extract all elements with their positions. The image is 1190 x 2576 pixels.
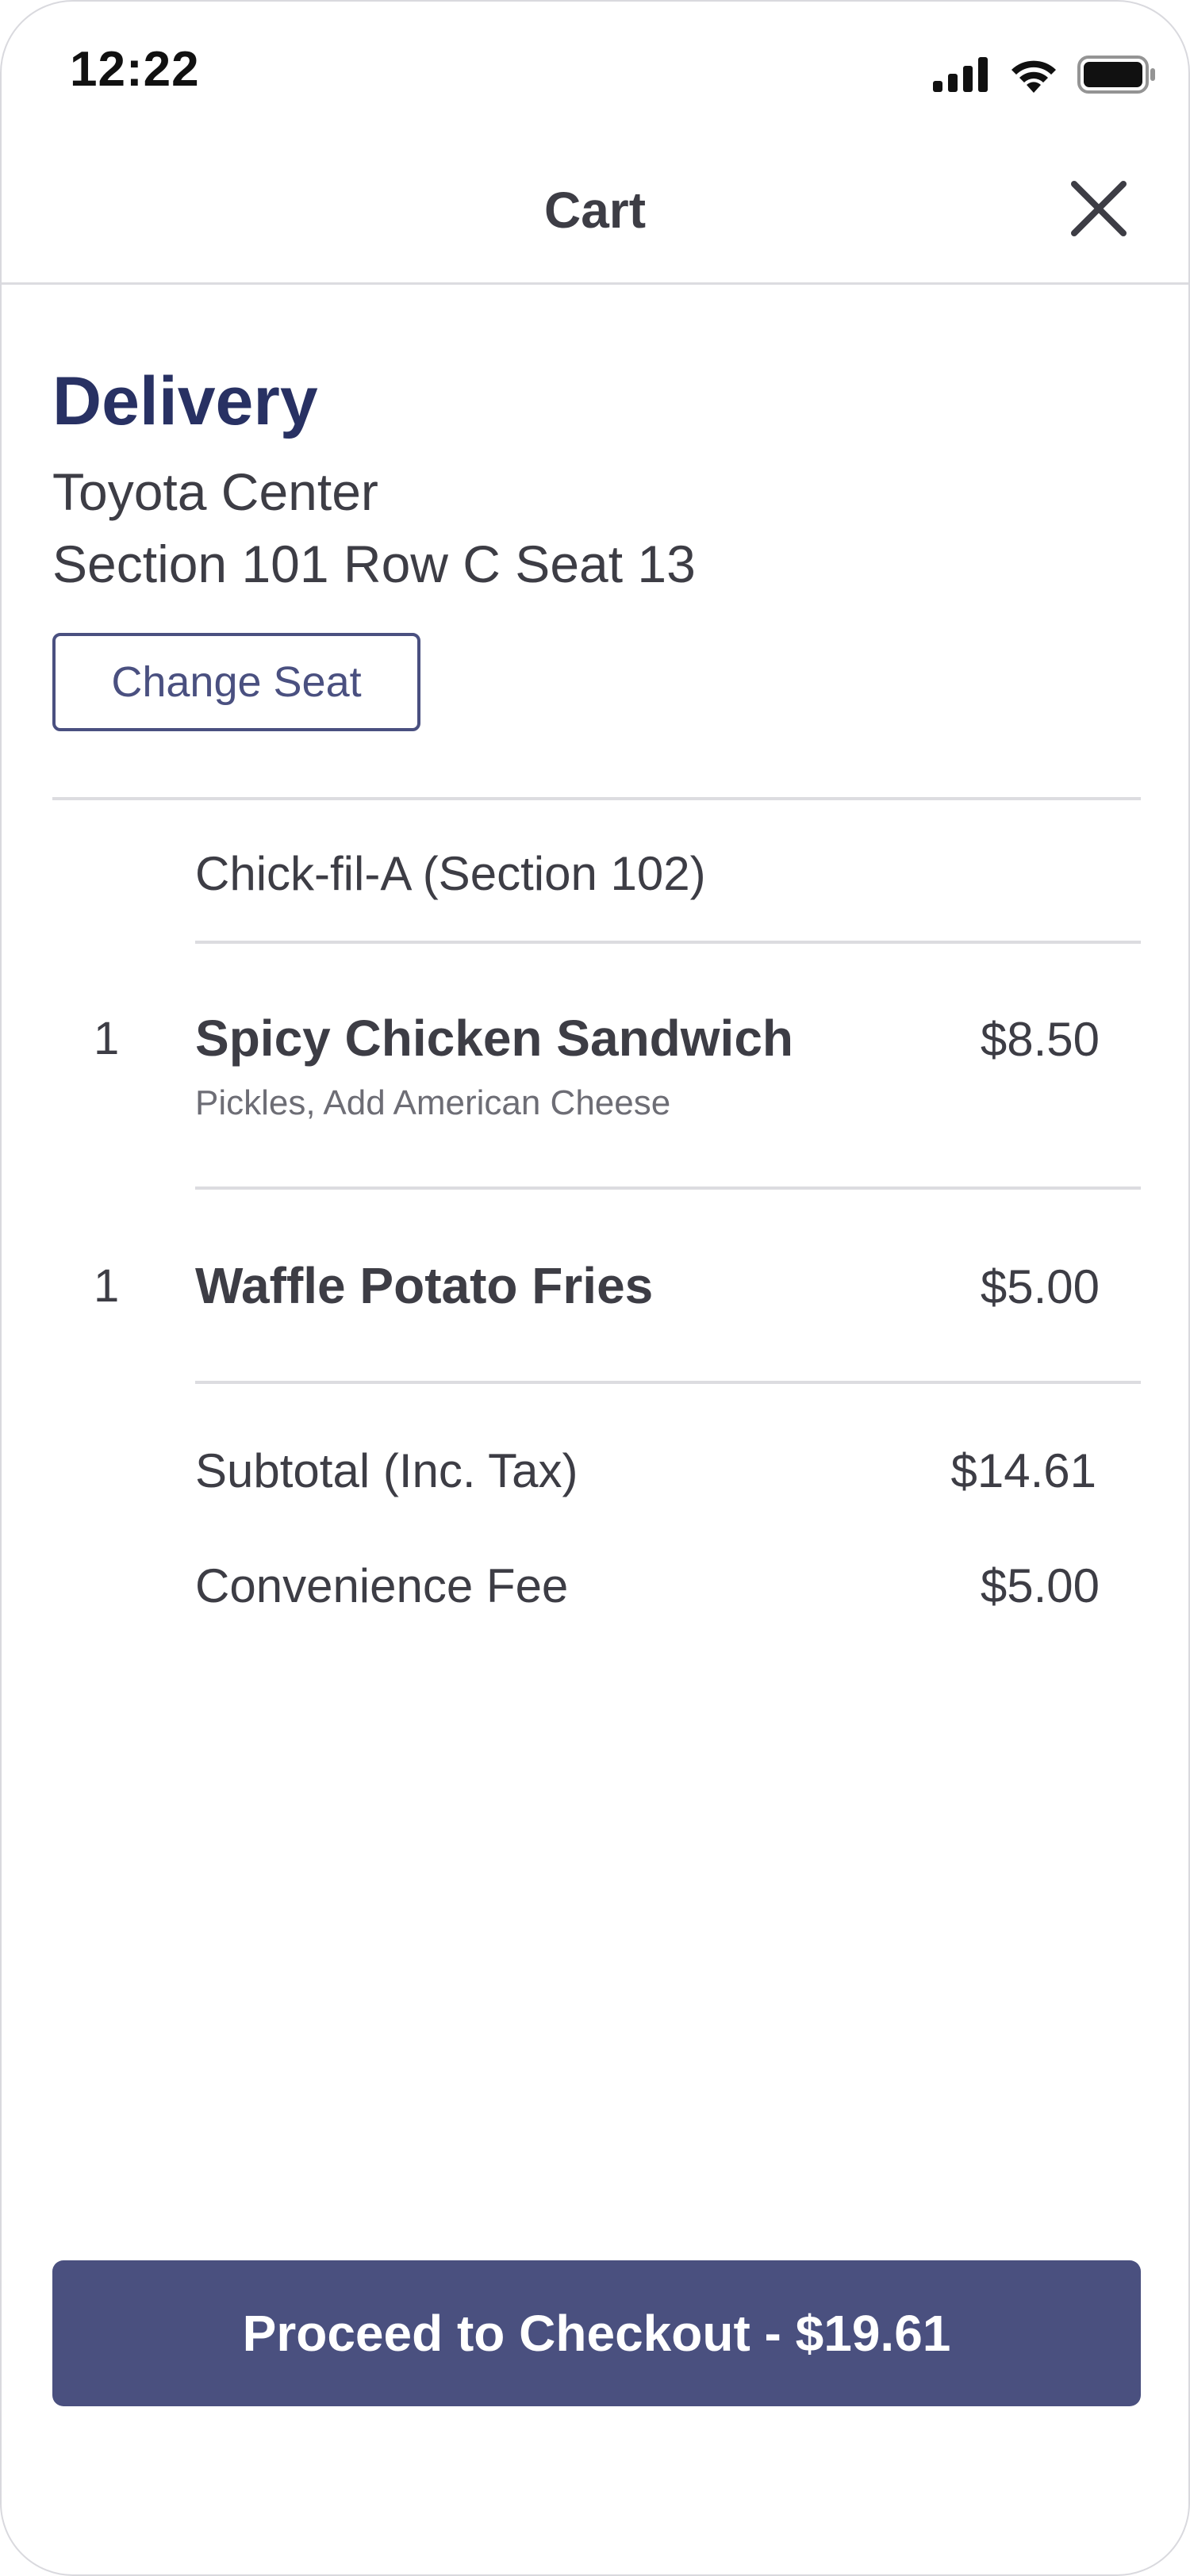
- close-button[interactable]: [1065, 174, 1133, 243]
- item-name: Spicy Chicken Sandwich: [195, 1010, 793, 1067]
- item-price: $5.00: [980, 1260, 1100, 1313]
- item-quantity: 1: [94, 1013, 120, 1064]
- item-quantity: 1: [94, 1260, 120, 1312]
- page-title: Cart: [543, 182, 647, 239]
- signal-icon: [933, 57, 988, 92]
- subtotal-label: Subtotal (Inc. Tax): [195, 1444, 578, 1497]
- wifi-icon: [1012, 60, 1056, 93]
- item-name: Waffle Potato Fries: [195, 1257, 654, 1314]
- divider: [52, 797, 1141, 800]
- subtotal-value: $14.61: [950, 1444, 1096, 1497]
- cart-header: Cart: [2, 136, 1188, 285]
- convenience-fee-value: $5.00: [980, 1559, 1100, 1612]
- close-icon: [1071, 181, 1127, 236]
- status-time: 12:22: [70, 42, 200, 97]
- divider: [195, 941, 1141, 944]
- divider: [195, 1381, 1141, 1384]
- divider: [195, 1186, 1141, 1190]
- seat-location: Section 101 Row C Seat 13: [52, 535, 696, 593]
- phone-screen: 12:22 Cart Delivery Toyota Center Sectio…: [0, 0, 1190, 2576]
- checkout-label: Proceed to Checkout - $19.61: [242, 2305, 951, 2362]
- vendor-name: Chick-fil-A (Section 102): [195, 847, 706, 900]
- convenience-fee-label: Convenience Fee: [195, 1559, 569, 1612]
- status-bar: 12:22: [2, 2, 1188, 136]
- delivery-heading: Delivery: [52, 363, 318, 439]
- proceed-to-checkout-button[interactable]: Proceed to Checkout - $19.61: [52, 2260, 1141, 2406]
- item-price: $8.50: [980, 1013, 1100, 1066]
- battery-icon: [1077, 56, 1155, 94]
- venue-name: Toyota Center: [52, 462, 378, 521]
- status-icons: [933, 51, 1157, 98]
- change-seat-button[interactable]: Change Seat: [52, 633, 420, 731]
- item-modifiers: Pickles, Add American Cheese: [195, 1083, 671, 1122]
